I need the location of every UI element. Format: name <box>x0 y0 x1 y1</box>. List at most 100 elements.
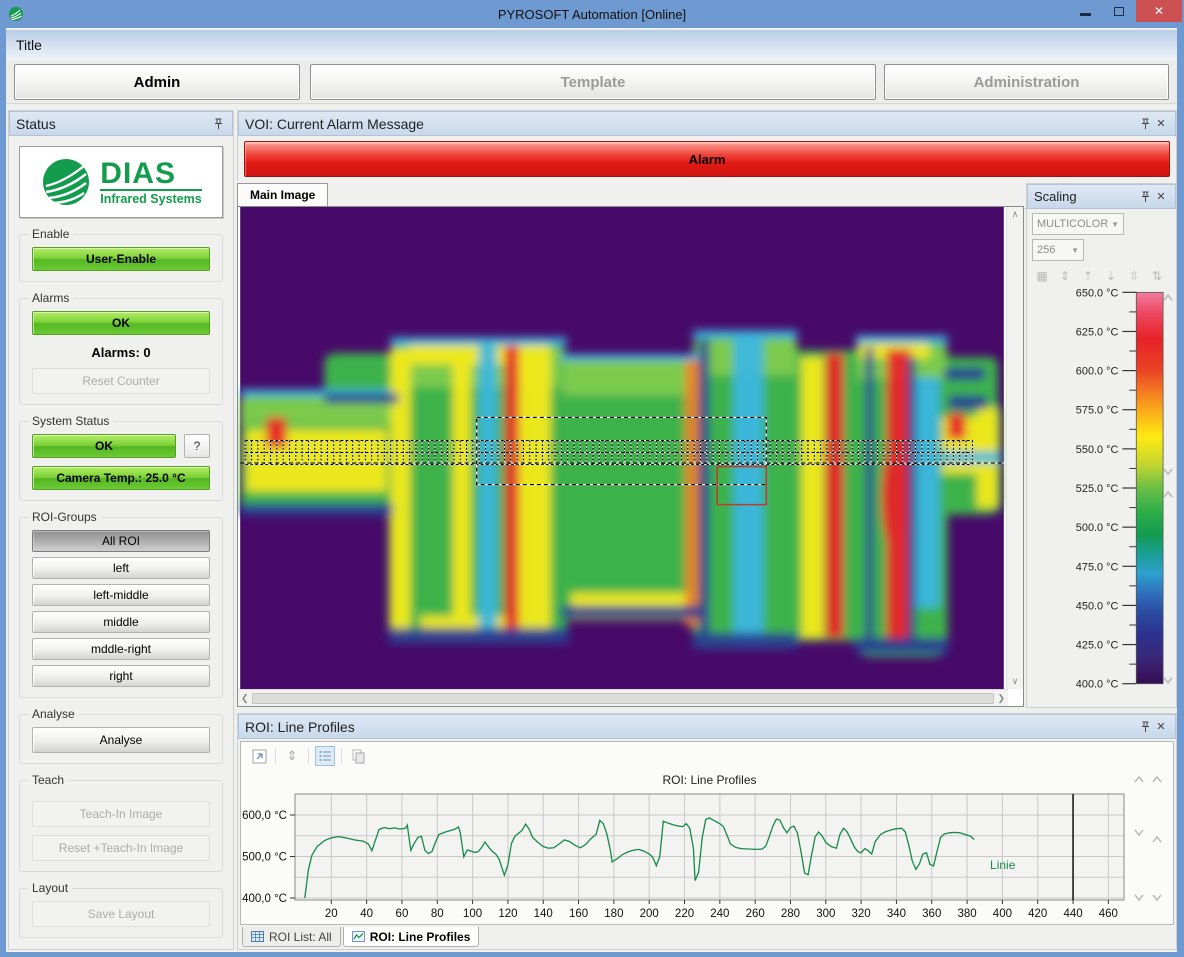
svg-text:240: 240 <box>710 908 729 920</box>
scroll-down-icon[interactable]: ∨ <box>1012 676 1019 687</box>
reset-counter-button[interactable]: Reset Counter <box>32 368 210 394</box>
roi-line-profiles-panel: ROI: Line Profiles ✕ ⇕ <box>237 713 1177 950</box>
tab-main-image[interactable]: Main Image <box>237 183 328 206</box>
teach-group: Teach Teach-In Image Reset +Teach-In Ima… <box>19 780 223 872</box>
scale-fit-icon[interactable]: ⇳ <box>1127 269 1141 283</box>
minimize-button[interactable] <box>1068 0 1102 22</box>
dias-logo: DIAS Infrared Systems <box>19 146 223 218</box>
roi-group-button-left-middle[interactable]: left-middle <box>32 584 210 606</box>
svg-text:420: 420 <box>1028 908 1047 920</box>
alarm-counter: Alarms: 0 <box>32 345 210 360</box>
scaling-panel-title: Scaling <box>1034 189 1077 204</box>
line-profile-chart[interactable]: ROI: Line Profiles600,0 °C500,0 °C400,0 … <box>241 770 1171 922</box>
svg-text:300: 300 <box>816 908 835 920</box>
svg-text:340: 340 <box>887 908 906 920</box>
scaling-panel-header: Scaling ✕ <box>1027 184 1176 209</box>
svg-text:500.0 °C: 500.0 °C <box>1076 522 1119 534</box>
scale-up-icon[interactable]: ⇡ <box>1081 269 1095 283</box>
nav-button-template[interactable]: Template <box>310 64 876 100</box>
scrollbar-thumb[interactable] <box>252 693 995 704</box>
scaling-panel: Scaling ✕ MULTICOLOR ▼ 256 ▼ ▦ ⇕ ⇡ ⇣ ⇳ <box>1026 183 1177 708</box>
close-button[interactable]: ✕ <box>1136 0 1182 22</box>
svg-text:260: 260 <box>746 908 765 920</box>
save-layout-button[interactable]: Save Layout <box>32 901 210 927</box>
alarms-ok-button[interactable]: OK <box>32 311 210 335</box>
roi-group-button-middle-right[interactable]: mddle-right <box>32 638 210 660</box>
dias-subtitle-text: Infrared Systems <box>100 189 201 206</box>
svg-text:550.0 °C: 550.0 °C <box>1076 444 1119 456</box>
scale-auto-icon[interactable]: ⇅ <box>1150 269 1164 283</box>
svg-text:200: 200 <box>640 908 659 920</box>
minimize-icon <box>1080 13 1091 16</box>
svg-text:80: 80 <box>431 908 444 920</box>
enable-group: Enable User-Enable <box>19 234 223 282</box>
svg-text:140: 140 <box>534 908 553 920</box>
roi-group-button-middle[interactable]: middle <box>32 611 210 633</box>
autoscale-icon[interactable]: ⇕ <box>282 746 302 766</box>
levels-select[interactable]: 256 ▼ <box>1032 239 1084 261</box>
copy-icon[interactable] <box>348 746 368 766</box>
reset-teach-in-image-button[interactable]: Reset +Teach-In Image <box>32 835 210 861</box>
pin-icon[interactable] <box>210 116 226 132</box>
image-vertical-scrollbar[interactable]: ∧ ∨ <box>1006 207 1023 689</box>
scroll-right-icon[interactable]: ❯ <box>997 693 1005 704</box>
layout-group-label: Layout <box>28 881 72 895</box>
user-enable-button[interactable]: User-Enable <box>32 247 210 271</box>
table-icon <box>251 931 264 942</box>
nav-button-admin[interactable]: Admin <box>14 64 300 100</box>
system-status-group: System Status OK ? Camera Temp.: 25.0 °C <box>19 421 223 501</box>
maximize-button[interactable] <box>1102 0 1136 22</box>
teach-in-image-button[interactable]: Teach-In Image <box>32 801 210 827</box>
svg-text:400,0 °C: 400,0 °C <box>242 893 287 905</box>
scroll-left-icon[interactable]: ❮ <box>241 693 249 704</box>
thermal-image[interactable] <box>238 207 1006 689</box>
svg-text:400.0 °C: 400.0 °C <box>1076 679 1119 691</box>
color-scale[interactable]: 650.0 °C625.0 °C600.0 °C575.0 °C550.0 °C… <box>1027 283 1176 698</box>
roi-group-button-left[interactable]: left <box>32 557 210 579</box>
close-panel-icon[interactable]: ✕ <box>1153 189 1169 205</box>
system-help-button[interactable]: ? <box>184 434 210 458</box>
image-horizontal-scrollbar[interactable]: ❮ ❯ <box>238 689 1008 706</box>
close-panel-icon[interactable]: ✕ <box>1153 719 1169 735</box>
form-title-bar: Title <box>6 30 1177 60</box>
pin-icon[interactable] <box>1137 116 1153 132</box>
voi-panel-title: VOI: Current Alarm Message <box>245 116 424 132</box>
tab-roi-line-profiles[interactable]: ROI: Line Profiles <box>343 927 480 947</box>
palette-value: MULTICOLOR <box>1037 218 1108 230</box>
roi-group-button-right[interactable]: right <box>32 665 210 687</box>
alarm-button[interactable]: Alarm <box>244 141 1170 177</box>
tab-roi-list[interactable]: ROI List: All <box>242 927 341 947</box>
svg-text:360: 360 <box>922 908 941 920</box>
svg-text:575.0 °C: 575.0 °C <box>1076 405 1119 417</box>
svg-text:ROI: Line Profiles: ROI: Line Profiles <box>662 773 756 787</box>
roi-group-button-all[interactable]: All ROI <box>32 530 210 552</box>
pin-icon[interactable] <box>1137 189 1153 205</box>
image-tabbar: Main Image <box>237 181 1024 206</box>
palette-select[interactable]: MULTICOLOR ▼ <box>1032 213 1124 235</box>
scale-properties-icon[interactable]: ▦ <box>1035 269 1049 283</box>
scale-down-icon[interactable]: ⇣ <box>1104 269 1118 283</box>
pin-icon[interactable] <box>1137 719 1153 735</box>
layout-group: Layout Save Layout <box>19 888 223 938</box>
svg-text:100: 100 <box>463 908 482 920</box>
scale-updown-icon[interactable]: ⇕ <box>1058 269 1072 283</box>
analyse-group: Analyse Analyse <box>19 714 223 764</box>
alarms-group: Alarms OK Alarms: 0 Reset Counter <box>19 298 223 405</box>
tab-roi-line-profiles-label: ROI: Line Profiles <box>370 930 471 944</box>
levels-value: 256 <box>1037 244 1055 256</box>
chevron-down-icon: ▼ <box>1111 220 1119 229</box>
enable-group-label: Enable <box>28 227 73 241</box>
svg-text:280: 280 <box>781 908 800 920</box>
main-image-panel: Main Image <box>237 181 1024 708</box>
roi-panel-header: ROI: Line Profiles ✕ <box>238 714 1176 739</box>
system-ok-button[interactable]: OK <box>32 434 176 458</box>
svg-text:320: 320 <box>852 908 871 920</box>
scroll-up-icon[interactable]: ∧ <box>1012 209 1019 220</box>
legend-list-icon[interactable] <box>315 746 335 766</box>
export-icon[interactable] <box>249 746 269 766</box>
svg-text:500,0 °C: 500,0 °C <box>242 852 287 864</box>
nav-button-administration[interactable]: Administration <box>884 64 1169 100</box>
svg-text:220: 220 <box>675 908 694 920</box>
close-panel-icon[interactable]: ✕ <box>1153 116 1169 132</box>
analyse-button[interactable]: Analyse <box>32 727 210 753</box>
